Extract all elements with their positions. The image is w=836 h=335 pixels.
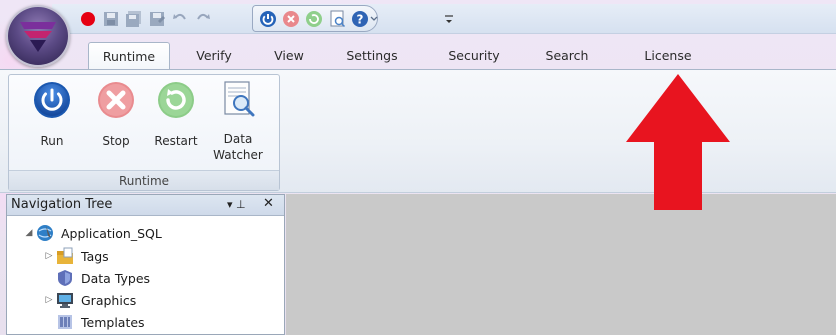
tree-item-label: Tags: [81, 248, 109, 264]
tab-search[interactable]: Search: [534, 42, 600, 70]
tab-security[interactable]: Security: [434, 42, 514, 70]
qat-file-group: [78, 6, 213, 32]
document-workspace: [286, 194, 836, 335]
data-watcher-label-line2: Watcher: [213, 148, 263, 162]
runtime-group: Run Stop Restart Data Watcher Runtime: [8, 74, 280, 191]
tree-item-label: Data Types: [81, 270, 151, 286]
tree-item-templates[interactable]: Templates: [43, 311, 145, 333]
qat-run-icon[interactable]: [258, 9, 278, 29]
qat-data-watcher-icon[interactable]: [327, 9, 347, 29]
tree-item-graphics[interactable]: ▷ Graphics: [43, 289, 136, 311]
record-icon[interactable]: [78, 9, 98, 29]
close-icon[interactable]: ✕: [263, 196, 274, 211]
qat-stop-icon[interactable]: [281, 9, 301, 29]
runtime-group-label: Runtime: [9, 170, 279, 190]
tree-item-label: Templates: [81, 314, 145, 330]
restart-icon: [155, 79, 197, 121]
data-types-shield-icon: [55, 269, 75, 287]
stop-icon: [95, 79, 137, 121]
navigation-tree-title: Navigation Tree: [11, 197, 113, 212]
tags-folder-icon: [55, 247, 75, 265]
help-icon[interactable]: ?: [350, 9, 380, 29]
data-watcher-label: Data Watcher: [213, 131, 263, 163]
undo-icon[interactable]: [170, 9, 190, 29]
tree-item-data-types[interactable]: Data Types: [43, 267, 150, 289]
run-label: Run: [40, 134, 64, 148]
tree-item-application[interactable]: ◢ Application_SQL: [23, 222, 162, 244]
qat-runtime-buttons: ?: [258, 6, 380, 32]
customize-icon[interactable]: [444, 6, 454, 32]
application-menu-button[interactable]: [6, 5, 70, 67]
collapse-icon[interactable]: ◢: [23, 228, 35, 238]
stop-label: Stop: [102, 134, 130, 148]
save-icon[interactable]: [101, 9, 121, 29]
data-watcher-icon: [217, 79, 259, 119]
run-button[interactable]: Run: [23, 79, 81, 157]
tab-view[interactable]: View: [262, 42, 316, 70]
tree-item-label: Graphics: [81, 292, 137, 308]
qat-restart-icon[interactable]: [304, 9, 324, 29]
expand-icon[interactable]: ▷: [43, 251, 55, 261]
navigation-tree-header: Navigation Tree ▾ ⊥ ✕: [7, 195, 284, 216]
application-globe-icon: [35, 224, 55, 242]
pin-icon[interactable]: ▾ ⊥: [227, 198, 246, 211]
tab-license[interactable]: License: [618, 42, 718, 70]
tree-item-label: Application_SQL: [61, 225, 162, 241]
templates-icon: [55, 313, 75, 331]
restart-label: Restart: [154, 134, 198, 148]
graphics-monitor-icon: [55, 291, 75, 309]
power-icon: [31, 79, 73, 121]
save-as-icon[interactable]: [147, 9, 167, 29]
annotation-arrow-icon: [626, 74, 730, 210]
app-logo-icon: [20, 22, 56, 52]
save-all-icon[interactable]: [124, 9, 144, 29]
tab-settings[interactable]: Settings: [332, 42, 412, 70]
svg-text:?: ?: [357, 13, 364, 27]
data-watcher-button[interactable]: Data Watcher: [209, 79, 267, 162]
stop-button[interactable]: Stop: [87, 79, 145, 157]
expand-icon[interactable]: ▷: [43, 295, 55, 305]
quick-access-toolbar: ?: [52, 4, 836, 34]
redo-icon[interactable]: [193, 9, 213, 29]
tree-item-tags[interactable]: ▷ Tags: [43, 245, 109, 267]
ribbon-tab-row: Runtime Verify View Settings Security Se…: [74, 38, 836, 70]
navigation-tree-panel: Navigation Tree ▾ ⊥ ✕ ◢ Application_SQL …: [6, 194, 285, 335]
restart-button[interactable]: Restart: [147, 79, 205, 157]
tab-runtime[interactable]: Runtime: [88, 42, 170, 70]
tab-verify[interactable]: Verify: [184, 42, 244, 70]
data-watcher-label-line1: Data: [223, 132, 253, 146]
